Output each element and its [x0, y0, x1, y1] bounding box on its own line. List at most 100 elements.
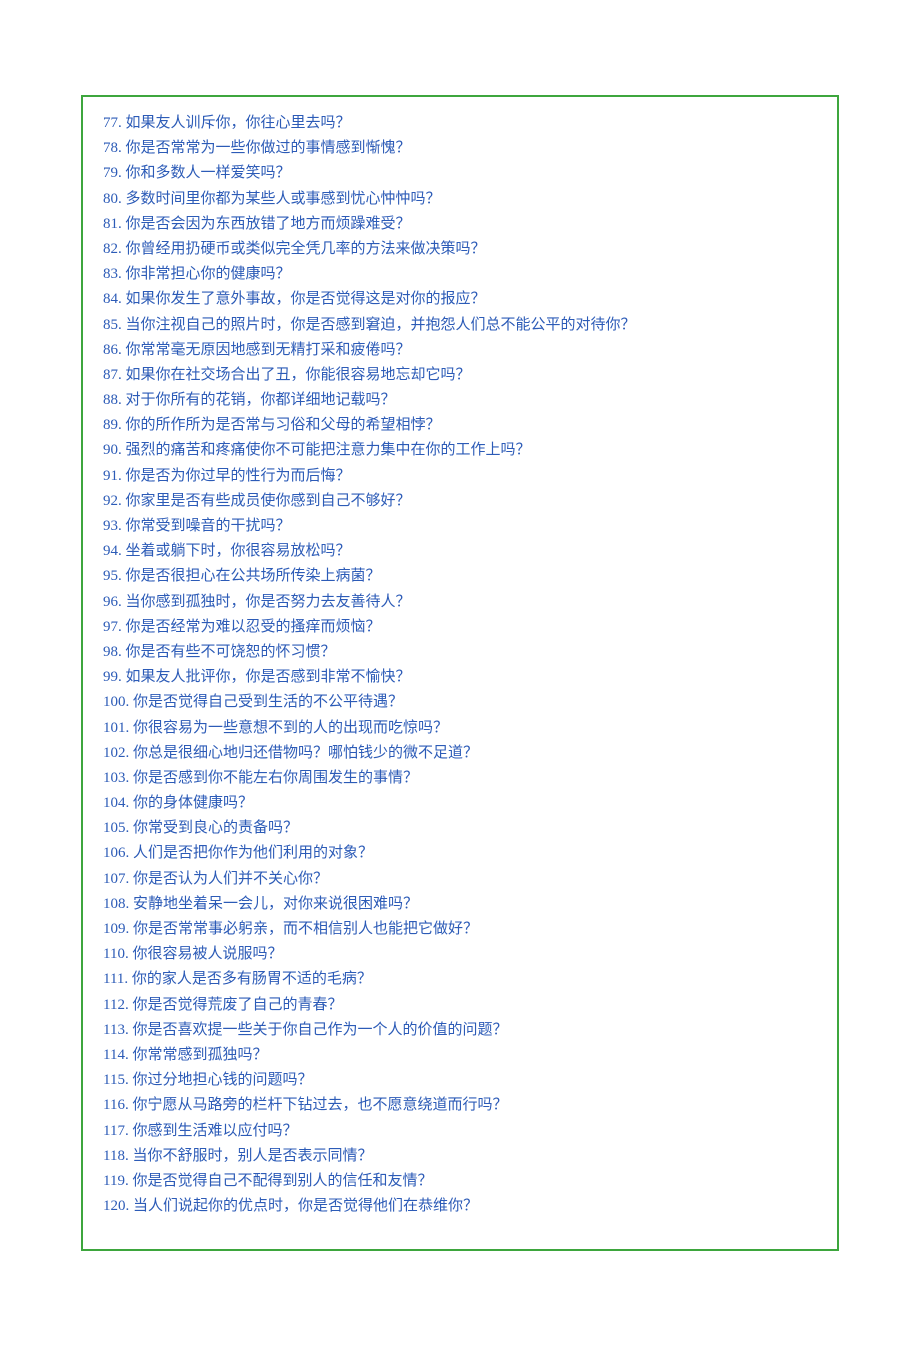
question-text: 如果友人批评你，你是否感到非常不愉快？ — [126, 669, 411, 685]
question-item: 86. 你常常毫无原因地感到无精打采和疲倦吗？ — [103, 338, 817, 363]
question-text: 多数时间里你都为某些人或事感到忧心忡忡吗？ — [126, 191, 441, 207]
question-item: 95. 你是否很担心在公共场所传染上病菌？ — [103, 564, 817, 589]
question-number: 101. — [103, 720, 129, 736]
question-text: 你过分地担心钱的问题吗？ — [132, 1072, 312, 1088]
question-item: 119. 你是否觉得自己不配得到别人的信任和友情？ — [103, 1169, 817, 1194]
question-text: 你是否会因为东西放错了地方而烦躁难受？ — [126, 216, 411, 232]
question-text: 强烈的痛苦和疼痛使你不可能把注意力集中在你的工作上吗？ — [126, 442, 531, 458]
question-number: 116. — [103, 1097, 129, 1113]
question-number: 104. — [103, 795, 129, 811]
question-item: 78. 你是否常常为一些你做过的事情感到惭愧？ — [103, 136, 817, 161]
question-item: 99. 如果友人批评你，你是否感到非常不愉快？ — [103, 665, 817, 690]
question-item: 112. 你是否觉得荒废了自己的青春？ — [103, 993, 817, 1018]
question-number: 115. — [103, 1072, 129, 1088]
question-number: 120. — [103, 1198, 129, 1214]
question-text: 如果你在社交场合出了丑，你能很容易地忘却它吗？ — [126, 367, 471, 383]
question-text: 你是否常常事必躬亲，而不相信别人也能把它做好？ — [133, 921, 478, 937]
question-number: 94. — [103, 543, 122, 559]
question-item: 114. 你常常感到孤独吗？ — [103, 1043, 817, 1068]
question-item: 106. 人们是否把你作为他们利用的对象？ — [103, 841, 817, 866]
question-number: 106. — [103, 845, 129, 861]
question-text: 对于你所有的花销，你都详细地记载吗？ — [126, 392, 396, 408]
question-text: 你是否常常为一些你做过的事情感到惭愧？ — [126, 140, 411, 156]
question-item: 101. 你很容易为一些意想不到的人的出现而吃惊吗？ — [103, 716, 817, 741]
question-item: 97. 你是否经常为难以忍受的搔痒而烦恼？ — [103, 615, 817, 640]
question-number: 102. — [103, 745, 129, 761]
question-number: 80. — [103, 191, 122, 207]
question-number: 87. — [103, 367, 122, 383]
question-item: 100. 你是否觉得自己受到生活的不公平待遇？ — [103, 690, 817, 715]
question-item: 104. 你的身体健康吗？ — [103, 791, 817, 816]
question-item: 91. 你是否为你过早的性行为而后悔？ — [103, 464, 817, 489]
question-item: 113. 你是否喜欢提一些关于你自己作为一个人的价值的问题？ — [103, 1018, 817, 1043]
question-item: 80. 多数时间里你都为某些人或事感到忧心忡忡吗？ — [103, 187, 817, 212]
question-number: 77. — [103, 115, 122, 131]
question-item: 105. 你常受到良心的责备吗？ — [103, 816, 817, 841]
question-text: 你宁愿从马路旁的栏杆下钻过去，也不愿意绕道而行吗？ — [132, 1097, 507, 1113]
question-number: 81. — [103, 216, 122, 232]
question-number: 88. — [103, 392, 122, 408]
question-text: 你是否很担心在公共场所传染上病菌？ — [126, 568, 381, 584]
question-number: 96. — [103, 594, 122, 610]
question-text: 你总是很细心地归还借物吗？哪怕钱少的微不足道？ — [133, 745, 478, 761]
question-text: 你是否觉得荒废了自己的青春？ — [132, 997, 342, 1013]
question-number: 107. — [103, 871, 129, 887]
question-number: 85. — [103, 317, 122, 333]
question-text: 你是否为你过早的性行为而后悔？ — [126, 468, 351, 484]
question-item: 103. 你是否感到你不能左右你周围发生的事情？ — [103, 766, 817, 791]
question-item: 82. 你曾经用扔硬币或类似完全凭几率的方法来做决策吗？ — [103, 237, 817, 262]
question-number: 90. — [103, 442, 122, 458]
question-text: 你很容易被人说服吗？ — [132, 946, 282, 962]
question-number: 98. — [103, 644, 122, 660]
question-text: 安静地坐着呆一会儿，对你来说很困难吗？ — [133, 896, 418, 912]
question-text: 如果友人训斥你，你往心里去吗？ — [126, 115, 351, 131]
question-number: 78. — [103, 140, 122, 156]
question-item: 96. 当你感到孤独时，你是否努力去友善待人？ — [103, 590, 817, 615]
question-number: 82. — [103, 241, 122, 257]
question-item: 120. 当人们说起你的优点时，你是否觉得他们在恭维你？ — [103, 1194, 817, 1219]
question-item: 116. 你宁愿从马路旁的栏杆下钻过去，也不愿意绕道而行吗？ — [103, 1093, 817, 1118]
question-item: 92. 你家里是否有些成员使你感到自己不够好？ — [103, 489, 817, 514]
question-number: 108. — [103, 896, 129, 912]
question-number: 95. — [103, 568, 122, 584]
question-text: 你是否觉得自己受到生活的不公平待遇？ — [133, 694, 403, 710]
question-item: 118. 当你不舒服时，别人是否表示同情？ — [103, 1144, 817, 1169]
question-number: 110. — [103, 946, 129, 962]
question-number: 117. — [103, 1123, 129, 1139]
question-text: 你曾经用扔硬币或类似完全凭几率的方法来做决策吗？ — [126, 241, 486, 257]
question-number: 86. — [103, 342, 122, 358]
question-text: 你常常毫无原因地感到无精打采和疲倦吗？ — [126, 342, 411, 358]
question-item: 111. 你的家人是否多有肠胃不适的毛病？ — [103, 967, 817, 992]
question-item: 102. 你总是很细心地归还借物吗？哪怕钱少的微不足道？ — [103, 741, 817, 766]
question-text: 你是否感到你不能左右你周围发生的事情？ — [133, 770, 418, 786]
question-number: 111. — [103, 971, 128, 987]
question-text: 如果你发生了意外事故，你是否觉得这是对你的报应？ — [126, 291, 486, 307]
question-text: 你的家人是否多有肠胃不适的毛病？ — [132, 971, 372, 987]
question-text: 你非常担心你的健康吗？ — [126, 266, 291, 282]
question-number: 109. — [103, 921, 129, 937]
question-item: 87. 如果你在社交场合出了丑，你能很容易地忘却它吗？ — [103, 363, 817, 388]
question-item: 98. 你是否有些不可饶恕的怀习惯？ — [103, 640, 817, 665]
question-text: 人们是否把你作为他们利用的对象？ — [133, 845, 373, 861]
question-number: 113. — [103, 1022, 129, 1038]
question-item: 109. 你是否常常事必躬亲，而不相信别人也能把它做好？ — [103, 917, 817, 942]
question-item: 89. 你的所作所为是否常与习俗和父母的希望相悖？ — [103, 413, 817, 438]
question-text: 你常常感到孤独吗？ — [132, 1047, 267, 1063]
question-item: 108. 安静地坐着呆一会儿，对你来说很困难吗？ — [103, 892, 817, 917]
question-text: 你和多数人一样爱笑吗？ — [126, 165, 291, 181]
question-number: 112. — [103, 997, 129, 1013]
document-frame: 77. 如果友人训斥你，你往心里去吗？78. 你是否常常为一些你做过的事情感到惭… — [81, 95, 839, 1251]
question-number: 91. — [103, 468, 122, 484]
question-text: 当你感到孤独时，你是否努力去友善待人？ — [126, 594, 411, 610]
question-number: 114. — [103, 1047, 129, 1063]
question-item: 117. 你感到生活难以应付吗？ — [103, 1119, 817, 1144]
question-item: 79. 你和多数人一样爱笑吗？ — [103, 161, 817, 186]
question-number: 103. — [103, 770, 129, 786]
question-item: 110. 你很容易被人说服吗？ — [103, 942, 817, 967]
question-item: 83. 你非常担心你的健康吗？ — [103, 262, 817, 287]
question-item: 77. 如果友人训斥你，你往心里去吗？ — [103, 111, 817, 136]
question-number: 92. — [103, 493, 122, 509]
question-text: 你感到生活难以应付吗？ — [132, 1123, 297, 1139]
question-number: 83. — [103, 266, 122, 282]
question-text: 你的身体健康吗？ — [133, 795, 253, 811]
